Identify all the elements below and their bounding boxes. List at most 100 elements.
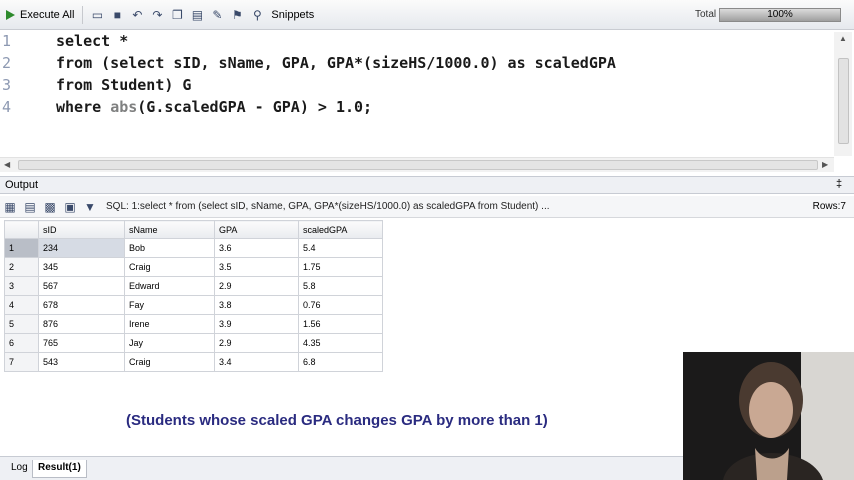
output-toolbar: ▦ ▤ ▩ ▣ ▼ SQL: 1:select * from (select s…	[0, 196, 854, 218]
vertical-scroll-thumb[interactable]	[838, 58, 849, 144]
scroll-left-icon[interactable]: ◀	[4, 160, 10, 169]
snippets-label: Snippets	[271, 8, 315, 21]
code-line[interactable]: from Student) G	[56, 76, 191, 94]
line-number: 1	[2, 32, 12, 50]
row-number[interactable]: 1	[4, 238, 39, 258]
cell-gpa[interactable]: 2.9	[214, 333, 299, 353]
code-text: (G.scaledGPA - GPA) > 1.0;	[137, 98, 373, 116]
cell-sname[interactable]: Craig	[124, 352, 215, 372]
code-line[interactable]: select *	[56, 32, 128, 50]
total-label: Total	[695, 9, 717, 20]
cell-gpa[interactable]: 3.6	[214, 238, 299, 258]
video-caption: (Students whose scaled GPA changes GPA b…	[126, 412, 548, 429]
save-icon[interactable]: ■	[109, 7, 125, 23]
code-keyword: where	[56, 98, 111, 116]
open-folder-icon[interactable]: ▭	[89, 7, 105, 23]
cell-sid[interactable]: 678	[38, 295, 125, 315]
cell-sid[interactable]: 876	[38, 314, 125, 334]
row-number-header	[4, 220, 39, 239]
output-title: Output	[5, 179, 39, 191]
editor-vertical-scrollbar[interactable]: ▲	[834, 32, 852, 156]
executed-sql-text: SQL: 1:select * from (select sID, sName,…	[106, 201, 550, 212]
table-row[interactable]: 3 567 Edward 2.9 5.8	[4, 276, 383, 296]
cell-sname[interactable]: Jay	[124, 333, 215, 353]
grid-header-row: sID sName GPA scaledGPA	[4, 220, 383, 239]
row-number[interactable]: 4	[4, 295, 39, 315]
cell-gpa[interactable]: 3.9	[214, 314, 299, 334]
column-header[interactable]: GPA	[214, 220, 299, 239]
cell-sid[interactable]: 765	[38, 333, 125, 353]
filter-icon[interactable]: ▼	[82, 199, 98, 215]
scroll-right-icon[interactable]: ▶	[822, 160, 828, 169]
cell-sname[interactable]: Edward	[124, 276, 215, 296]
total-progress-bar: 100%	[719, 8, 841, 22]
export-icon[interactable]: ▣	[62, 199, 78, 215]
table-row[interactable]: 7 543 Craig 3.4 6.8	[4, 352, 383, 372]
cell-sname[interactable]: Craig	[124, 257, 215, 277]
form-view-icon[interactable]: ▤	[22, 199, 38, 215]
execute-all-label: Execute All	[20, 8, 75, 21]
column-header[interactable]: sID	[38, 220, 125, 239]
find-icon[interactable]: ⚲	[249, 7, 265, 23]
cell-sname[interactable]: Bob	[124, 238, 215, 258]
copy-icon[interactable]: ❐	[169, 7, 185, 23]
table-row[interactable]: 5 876 Irene 3.9 1.56	[4, 314, 383, 334]
line-number: 2	[2, 54, 12, 72]
redo-icon[interactable]: ↷	[149, 7, 165, 23]
image-view-icon[interactable]: ▩	[42, 199, 58, 215]
cell-gpa[interactable]: 3.8	[214, 295, 299, 315]
line-number: 3	[2, 76, 12, 94]
cell-gpa[interactable]: 3.4	[214, 352, 299, 372]
cell-sid[interactable]: 345	[38, 257, 125, 277]
tab-result[interactable]: Result(1)	[32, 460, 87, 478]
cell-gpa[interactable]: 2.9	[214, 276, 299, 296]
toolbar-divider	[82, 5, 84, 24]
presenter-silhouette	[683, 352, 854, 480]
format-icon[interactable]: ⚑	[229, 7, 245, 23]
execute-all-button[interactable]: Execute All	[0, 4, 78, 26]
clear-icon[interactable]: ✎	[209, 7, 225, 23]
undo-icon[interactable]: ↶	[129, 7, 145, 23]
result-grid: sID sName GPA scaledGPA 1 234 Bob 3.6 5.…	[4, 220, 383, 372]
editor-horizontal-scrollbar[interactable]: ◀ ▶	[0, 157, 834, 172]
column-header[interactable]: scaledGPA	[298, 220, 383, 239]
table-row[interactable]: 4 678 Fay 3.8 0.76	[4, 295, 383, 315]
cell-sname[interactable]: Fay	[124, 295, 215, 315]
scroll-up-icon[interactable]: ▲	[839, 34, 847, 43]
table-row[interactable]: 1 234 Bob 3.6 5.4	[4, 238, 383, 258]
horizontal-scroll-thumb[interactable]	[18, 160, 818, 170]
grid-view-icon[interactable]: ▦	[2, 199, 18, 215]
paste-icon[interactable]: ▤	[189, 7, 205, 23]
cell-sid[interactable]: 234	[38, 238, 125, 258]
cell-scaledgpa[interactable]: 6.8	[298, 352, 383, 372]
cell-scaledgpa[interactable]: 0.76	[298, 295, 383, 315]
cell-scaledgpa[interactable]: 5.8	[298, 276, 383, 296]
snippets-button[interactable]: Snippets	[267, 4, 318, 26]
cell-scaledgpa[interactable]: 1.75	[298, 257, 383, 277]
column-header[interactable]: sName	[124, 220, 215, 239]
pin-icon[interactable]: ‡	[836, 178, 842, 190]
cell-scaledgpa[interactable]: 5.4	[298, 238, 383, 258]
cell-scaledgpa[interactable]: 4.35	[298, 333, 383, 353]
output-panel-header: Output ‡	[0, 176, 854, 194]
cell-sname[interactable]: Irene	[124, 314, 215, 334]
table-row[interactable]: 6 765 Jay 2.9 4.35	[4, 333, 383, 353]
cell-gpa[interactable]: 3.5	[214, 257, 299, 277]
row-number[interactable]: 3	[4, 276, 39, 296]
code-function: abs	[110, 98, 138, 116]
rows-count: Rows:7	[812, 201, 846, 212]
cell-sid[interactable]: 543	[38, 352, 125, 372]
row-number[interactable]: 6	[4, 333, 39, 353]
presenter-webcam	[683, 352, 854, 480]
row-number[interactable]: 7	[4, 352, 39, 372]
table-row[interactable]: 2 345 Craig 3.5 1.75	[4, 257, 383, 277]
row-number[interactable]: 5	[4, 314, 39, 334]
row-number[interactable]: 2	[4, 257, 39, 277]
code-line[interactable]: where abs(G.scaledGPA - GPA) > 1.0;	[56, 98, 372, 116]
tab-log[interactable]: Log	[6, 460, 33, 478]
cell-scaledgpa[interactable]: 1.56	[298, 314, 383, 334]
cell-sid[interactable]: 567	[38, 276, 125, 296]
sql-editor[interactable]: 1 2 3 4 select * from (select sID, sName…	[0, 30, 854, 172]
code-line[interactable]: from (select sID, sName, GPA, GPA*(sizeH…	[56, 54, 616, 72]
line-number-gutter: 1 2 3 4	[0, 30, 14, 160]
